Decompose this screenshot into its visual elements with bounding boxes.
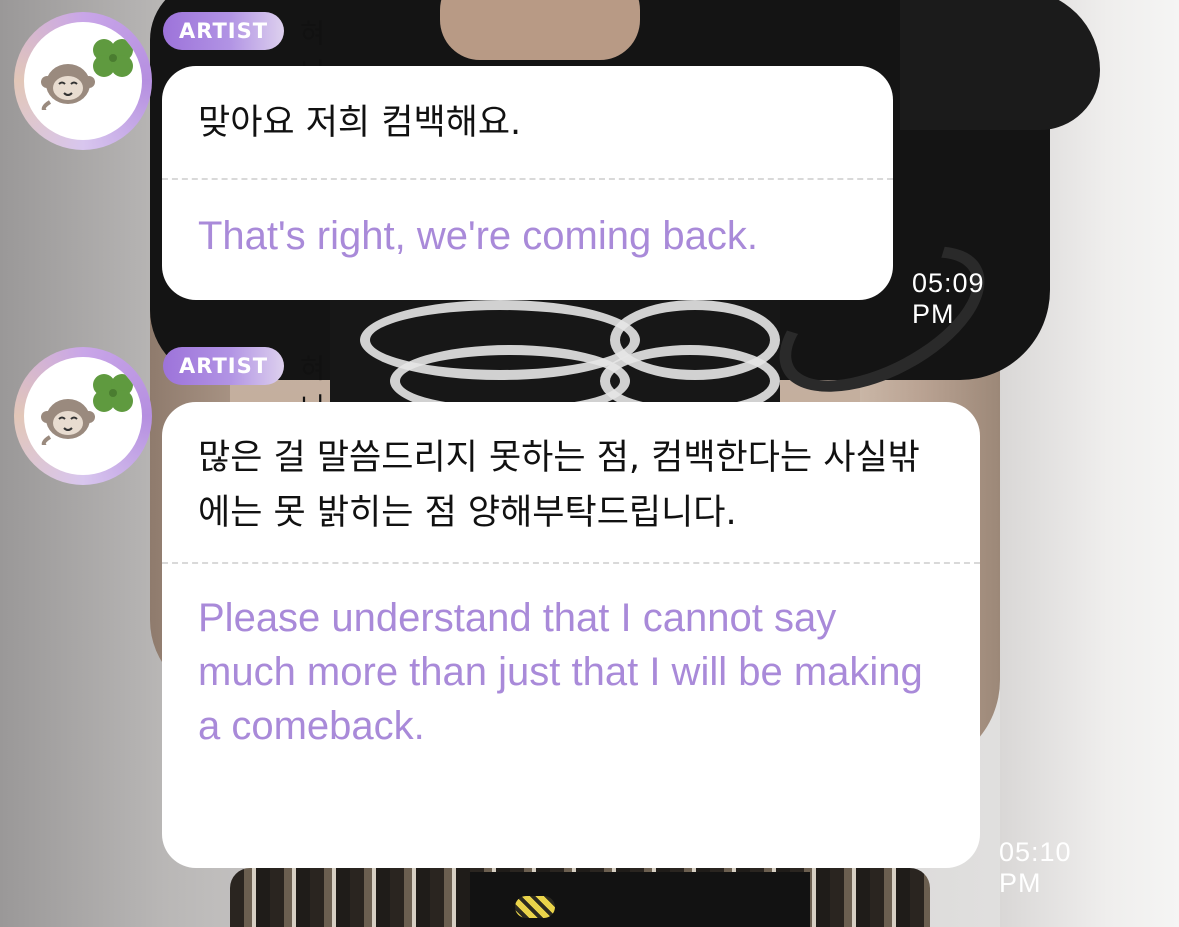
- clover-icon: [93, 39, 133, 77]
- avatar[interactable]: [14, 347, 152, 485]
- translated-text: That's right, we're coming back.: [198, 214, 758, 258]
- message-bubble[interactable]: 맞아요 저희 컴백해요. That's right, we're coming …: [162, 66, 893, 300]
- message-timestamp: 05:10 PM: [999, 837, 1072, 898]
- original-text: 맞아요 저희 컴백해요.: [198, 103, 522, 143]
- monkey-icon: [41, 399, 95, 445]
- message-timestamp: 05:09 PM: [912, 268, 985, 329]
- monkey-icon: [41, 64, 95, 110]
- artist-badge: ARTIST: [163, 12, 285, 50]
- clover-icon: [93, 374, 133, 412]
- original-text: 많은 걸 말씀드리지 못하는 점, 컴백한다는 사실밖에는 못 밝히는 점 양해…: [198, 438, 920, 533]
- avatar[interactable]: [14, 12, 152, 150]
- message-bubble[interactable]: 많은 걸 말씀드리지 못하는 점, 컴백한다는 사실밖에는 못 밝히는 점 양해…: [162, 402, 980, 868]
- translated-text: Please understand that I cannot say much…: [198, 596, 923, 748]
- artist-badge: ARTIST: [163, 347, 285, 385]
